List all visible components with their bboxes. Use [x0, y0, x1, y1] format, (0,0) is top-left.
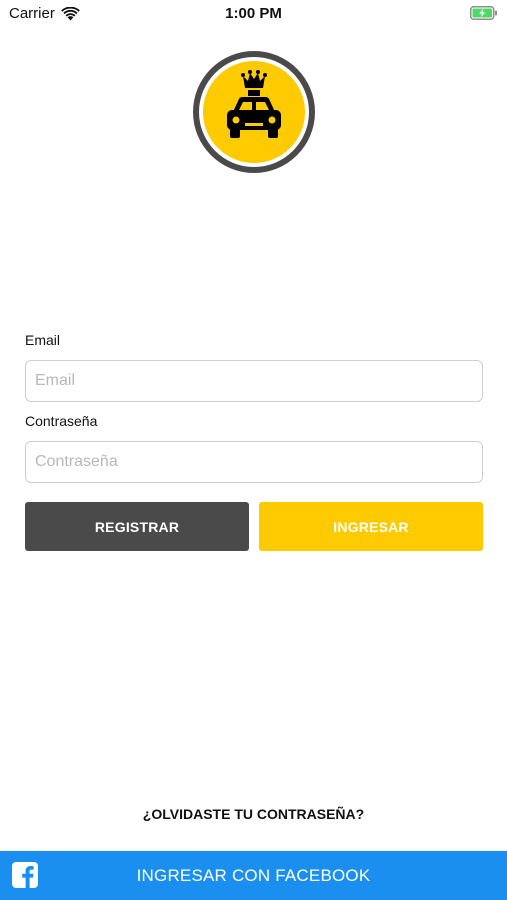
password-label: Contraseña [25, 413, 98, 429]
facebook-login-button[interactable]: INGRESAR CON FACEBOOK [0, 851, 507, 900]
forgot-password-link[interactable]: ¿OLVIDASTE TU CONTRASEÑA? [0, 806, 507, 822]
password-input[interactable] [25, 441, 483, 483]
status-bar: Carrier 1:00 PM [0, 0, 507, 28]
email-label: Email [25, 332, 61, 348]
login-screen: Carrier 1:00 PM Email Email Contraseña R… [0, 0, 507, 900]
email-input[interactable] [25, 360, 483, 402]
facebook-login-label: INGRESAR CON FACEBOOK [136, 866, 371, 885]
register-button[interactable]: REGISTRAR [25, 502, 249, 551]
login-button[interactable]: INGRESAR [259, 502, 483, 551]
battery-charging-icon [470, 6, 497, 20]
taxi-crown-logo [193, 51, 315, 173]
status-time: 1:00 PM [225, 5, 282, 22]
